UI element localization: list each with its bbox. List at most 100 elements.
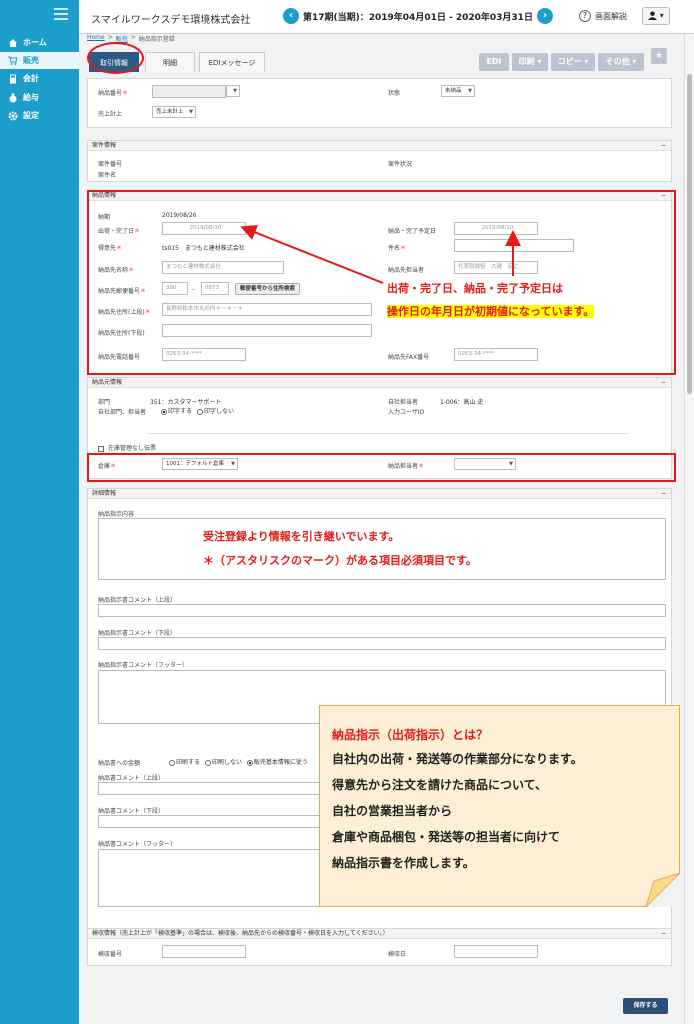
prev-period-button[interactable]: ‹ [283,8,299,24]
tab-details[interactable]: 明細 [145,52,195,72]
seal-default-radio[interactable] [246,759,253,766]
tab-edi-message[interactable]: EDIメッセージ [199,52,265,72]
slip-footer-label: 納品書コメント（フッター） [98,841,177,848]
seal-print-radio[interactable] [169,759,175,766]
sidebar-item-label: 給与 [23,93,39,102]
own-person-label: 自社担当者 [388,399,419,406]
user-menu-caret: ▾ [659,11,664,20]
detail-panel-header[interactable]: 詳細情報 − [88,489,671,499]
comment-footer-label: 納品指示書コメント（フッター） [98,662,189,669]
delivery-no-input[interactable] [152,85,226,98]
help-label: 画面解説 [595,11,627,21]
own-dept-print-label: 自社部門、担当者 [98,409,147,416]
sidebar-item-label: 会計 [23,74,39,83]
sidebar: ホーム 販売 会計 給与 設定 [0,0,79,1024]
top-panel: 納品番号＊ 状態 未納品 売上計上 売上未計上 [87,78,672,128]
note-line: 自社内の出荷・発送等の作業部分になります。 [332,752,583,766]
seal-noprint-radio[interactable] [204,759,211,766]
input-user-label: 入力ユーザID [388,409,425,416]
comment-bottom-label: 納品指示書コメント（下段） [98,630,177,637]
own-dept-print-options: 印字する 印字しない [158,406,234,415]
home-icon [9,38,17,47]
no-stock-checkbox-label[interactable]: 在庫管理なし伝票 [98,443,156,452]
other-button[interactable]: その他 ▾ [598,53,644,71]
sidebar-item-sales[interactable]: 販売 [0,52,79,69]
next-period-button[interactable]: › [536,8,553,24]
warehouse-highlight-box [87,453,676,482]
sidebar-item-label: ホーム [23,38,47,47]
user-icon [648,11,658,20]
divider [148,433,628,434]
slip-bottom-input[interactable] [98,815,328,828]
note-line: 納品指示書を作成します。 [332,856,475,870]
print-on-radio[interactable] [161,408,167,415]
sidebar-item-label: 販売 [23,56,39,65]
breadcrumb-home[interactable]: Home [87,34,105,43]
company-name: スマイルワークスデモ環境株式会社 [91,15,251,26]
project-no-label: 案件番号 [98,161,123,168]
annotation-inherit-line2: ＊（アスタリスクのマーク）がある項目必須項目です。 [203,554,477,567]
inspection-panel-header[interactable]: 検収情報（売上計上が「検収基準」の場合は、検収後、納品先からの検収番号・検収日を… [88,929,671,939]
seal-options: 印刷する 印刷しない 販売基本情報に従う [166,757,308,766]
comment-top-input[interactable] [98,604,666,617]
breadcrumb: Home > 販売 > 納品指示登録 [87,34,175,43]
scrollbar-thumb[interactable] [687,74,692,394]
sidebar-item-settings[interactable]: 設定 [0,107,79,124]
delivery-highlight-box [87,190,676,375]
note-fold-icon [646,873,680,907]
sales-posting-select[interactable]: 売上未計上 [152,106,196,118]
scrollbar[interactable] [684,34,694,1024]
own-person-value: 1-006：高山 史 [440,399,484,406]
project-status-label: 案件状況 [388,161,413,168]
annotation-date-line1: 出荷・完了日、納品・完了予定日は [387,282,563,295]
tab-highlight-circle [87,42,144,74]
project-name-label: 案件名 [98,172,117,179]
no-stock-checkbox[interactable] [98,445,104,452]
note-line: 得意先から注文を請けた商品について、 [332,778,548,792]
seal-label: 納品書への金額 [98,760,141,767]
comment-bottom-input[interactable] [98,637,666,650]
inspect-no-input[interactable] [162,945,246,958]
sidebar-item-label: 設定 [23,111,39,120]
pin-icon[interactable]: ★ [651,48,667,64]
project-panel: 案件情報 − 案件番号 案件状況 案件名 [87,140,672,182]
breadcrumb-sep: > [130,34,136,41]
inspect-date-label: 検収日 [388,951,407,958]
slip-bottom-label: 納品書コメント（下段） [98,808,165,815]
note-line: 自社の営業担当者から [332,804,453,818]
delivery-no-dropdown[interactable] [226,85,240,97]
cart-icon [8,56,18,65]
period-selector: ‹ 第17期(当期)：2019年04月01日 - 2020年03月31日 › [283,6,553,26]
edi-button[interactable]: EDI [479,53,509,71]
status-select[interactable]: 未納品 [441,85,475,97]
sidebar-item-payroll[interactable]: 給与 [0,89,79,106]
period-label: 第17期(当期)：2019年04月01日 - 2020年03月31日 [303,12,533,23]
note-title: 納品指示（出荷指示）とは？ [332,728,489,742]
delivery-no-label: 納品番号＊ [98,90,129,97]
inspect-date-input[interactable] [454,945,538,958]
project-panel-header[interactable]: 案件情報 − [88,141,671,151]
menu-icon[interactable] [54,8,68,20]
annotation-inherit-line1: 受注登録より情報を引き継いでいます。 [203,530,400,543]
calculator-icon [10,74,16,83]
comment-top-label: 納品指示書コメント（上段） [98,597,177,604]
status-label: 状態 [388,90,401,97]
slip-top-input[interactable] [98,782,328,795]
question-icon: ? [579,10,591,22]
print-off-radio[interactable] [196,408,203,415]
sidebar-item-home[interactable]: ホーム [0,34,79,51]
gear-icon [8,111,18,120]
note-line: 倉庫や商品梱包・発送等の担当者に向けて [332,830,561,844]
copy-button[interactable]: コピー ▾ [551,53,595,71]
user-menu-button[interactable]: ▾ [642,7,670,25]
breadcrumb-current: 納品指示登録 [138,36,175,43]
print-button[interactable]: 印刷 ▾ [512,53,548,71]
source-panel-header[interactable]: 納品元情報 − [88,378,671,388]
sidebar-item-accounting[interactable]: 会計 [0,70,79,87]
header: スマイルワークスデモ環境株式会社 ‹ 第17期(当期)：2019年04月01日 … [79,0,694,34]
help-link[interactable]: ? 画面解説 [579,10,627,22]
save-button[interactable]: 保存する [623,998,668,1014]
dept-value: 351：カスタマーサポート [150,399,222,406]
annotation-date-line2: 操作日の年月日が初期値になっています。 [387,305,595,318]
instruction-label: 納品指示内容 [98,511,135,518]
